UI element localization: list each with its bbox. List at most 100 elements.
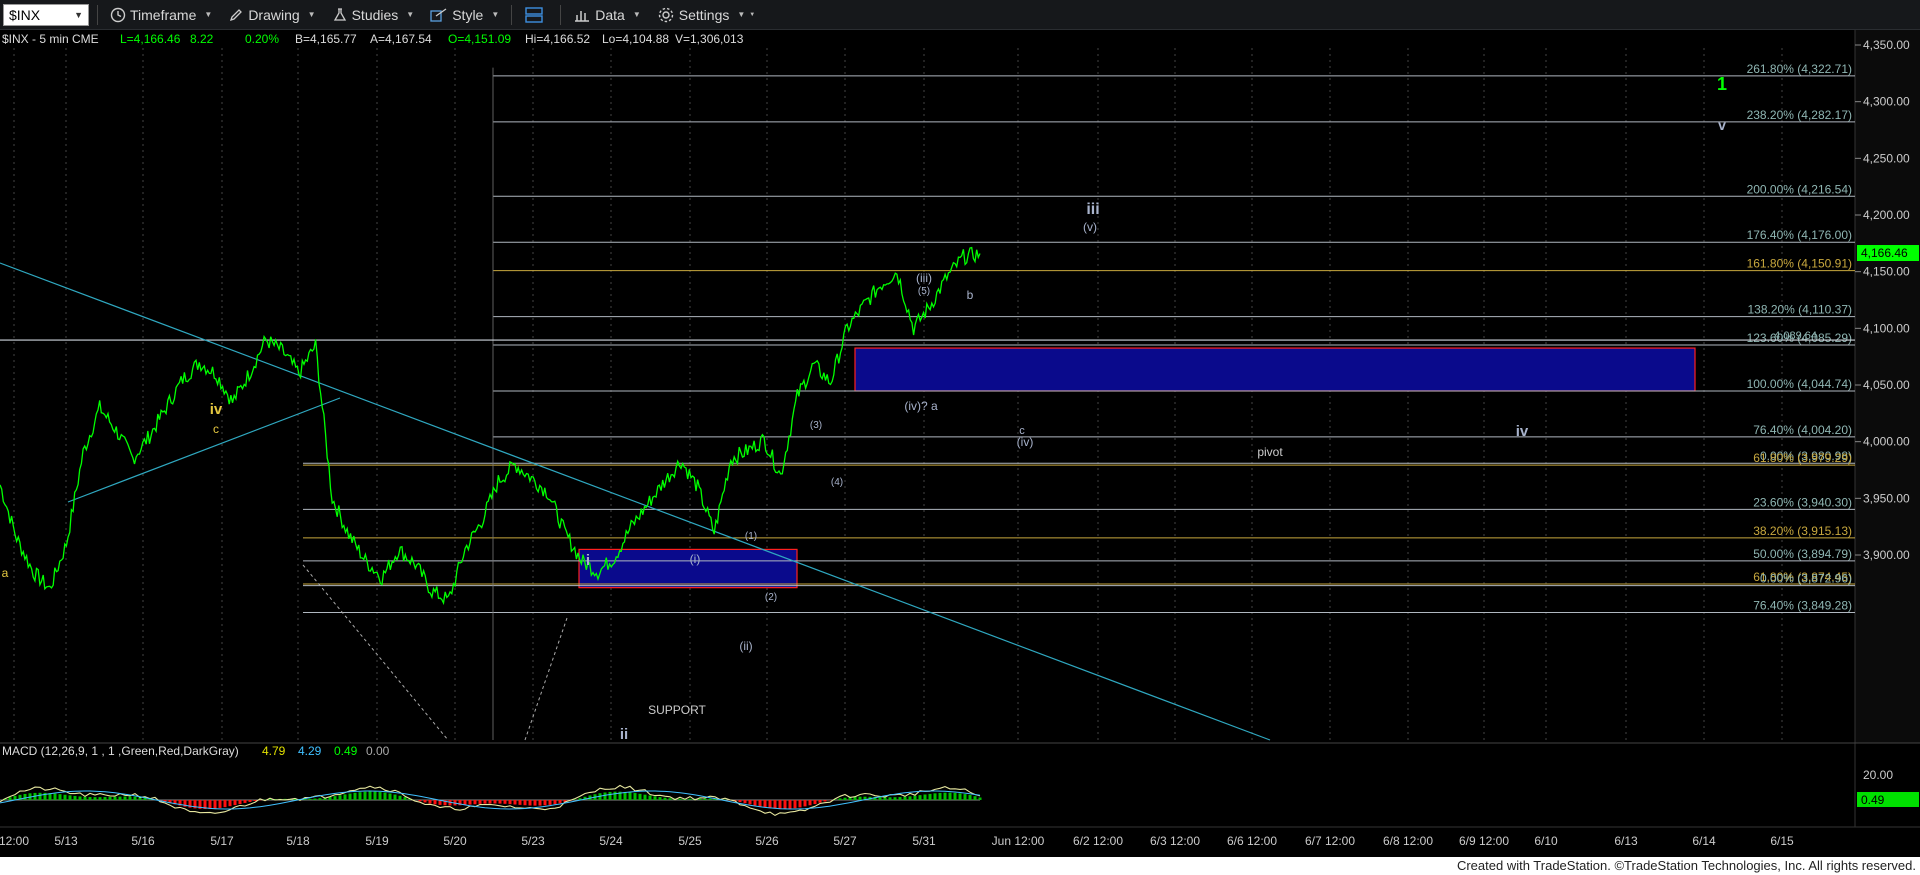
last-price-value: 4,166.46 — [1861, 246, 1908, 260]
wave-label: a — [2, 566, 9, 580]
chevron-down-icon: ▼ — [491, 10, 500, 19]
wave-label: i — [586, 552, 590, 569]
wave-label: (ii) — [739, 639, 752, 653]
x-tick-label: 5/23 — [521, 834, 545, 848]
symbol-input[interactable]: $INX ▼ — [3, 3, 89, 26]
fib-label: 38.20% (3,915.13) — [1753, 524, 1852, 538]
panes-button[interactable] — [520, 2, 552, 28]
bar-chart-icon — [575, 10, 590, 22]
header-bid: B=4,165.77 — [295, 32, 357, 46]
x-tick-label: 5/17 — [210, 834, 234, 848]
wave-label: (i) — [690, 552, 701, 566]
y-tick-label: 4,050.00 — [1863, 378, 1910, 392]
wave-label: iii — [1086, 201, 1099, 218]
studies-label: Studies — [351, 6, 399, 23]
style-icon — [430, 7, 447, 22]
y-tick-label: 4,250.00 — [1863, 151, 1910, 165]
x-tick-label: 12:00 — [0, 834, 29, 848]
toolbar: $INX ▼ Timeframe ▼ Drawing ▼ Studies ▼ Styl… — [0, 0, 1920, 30]
wave-label: v — [1718, 117, 1726, 133]
wave-label: iv — [1516, 423, 1529, 440]
wave-label: c — [213, 422, 219, 436]
y-tick-label: 4,350.00 — [1863, 38, 1910, 52]
pivot-label: pivot — [1257, 445, 1283, 459]
wave-label: b — [967, 288, 974, 302]
wave-label: iv — [210, 401, 223, 418]
chevron-down-icon: ▼ — [307, 10, 316, 19]
settings-label: Settings — [678, 6, 730, 23]
fib-label: 23.60% (3,940.30) — [1753, 495, 1852, 509]
wave-label: (v) — [1083, 220, 1097, 234]
fib-label: 61.80% (3,979.29) — [1753, 451, 1852, 465]
header-low: Lo=4,104.88 — [602, 32, 669, 46]
x-tick-label: 6/3 12:00 — [1150, 834, 1200, 848]
x-tick-label: 5/31 — [912, 834, 936, 848]
x-tick-label: 5/24 — [599, 834, 623, 848]
toolbar-separator — [97, 4, 98, 25]
y-tick-label: 4,150.00 — [1863, 265, 1910, 279]
fib-label: 0.00% (3,872.96) — [1760, 572, 1852, 586]
x-tick-label: 5/20 — [443, 834, 467, 848]
panes-icon — [525, 6, 543, 23]
header-symbol: $INX - 5 min CME — [2, 32, 99, 46]
y-tick-label: 3,900.00 — [1863, 548, 1910, 562]
wave-label: (3) — [810, 420, 822, 431]
macd-pane: 20.00 0.49 — [0, 768, 1919, 817]
wave-label: (2) — [765, 592, 777, 603]
drawing-button[interactable]: Drawing ▼ — [224, 2, 319, 28]
wave-label: 1 — [1717, 74, 1727, 94]
x-axis-ticks: 12:00 5/13 5/16 5/17 5/18 5/19 5/20 5/23 5/24 5/2… — [0, 834, 1794, 848]
flask-icon — [333, 7, 346, 21]
symbol-value: $INX — [9, 6, 41, 23]
support-label: SUPPORT — [648, 703, 706, 717]
support-zone — [578, 548, 798, 589]
fib-label: 50.00% (3,894.79) — [1753, 547, 1852, 561]
chevron-down-icon: ▼ — [406, 10, 415, 19]
header-high: Hi=4,166.52 — [525, 32, 590, 46]
fib-label: 100.00% (4,044.74) — [1747, 377, 1852, 391]
x-tick-label: 5/27 — [833, 834, 857, 848]
wave-label: (iv) — [1017, 435, 1034, 449]
header-pct: 0.20% — [245, 32, 279, 46]
style-label: Style — [452, 6, 484, 23]
pencil-icon — [230, 8, 243, 21]
clock-icon — [110, 7, 126, 22]
fib-label: 200.00% (4,216.54) — [1747, 182, 1852, 196]
macd-value-3: 0.49 — [334, 744, 358, 758]
data-button[interactable]: Data ▼ — [569, 2, 645, 28]
wave-label: ii — [620, 726, 628, 743]
x-tick-label: 6/7 12:00 — [1305, 834, 1355, 848]
style-button[interactable]: Style ▼ — [426, 2, 503, 28]
settings-button[interactable]: Settings ▼ ▼ — [653, 2, 759, 28]
fib-label: 261.80% (4,322.71) — [1747, 62, 1852, 76]
macd-value-4: 0.00 — [366, 744, 390, 758]
header-ask: A=4,167.54 — [370, 32, 432, 46]
x-tick-label: 6/2 12:00 — [1073, 834, 1123, 848]
x-tick-label: 6/8 12:00 — [1383, 834, 1433, 848]
studies-button[interactable]: Studies ▼ — [328, 2, 419, 28]
wave-label: (1) — [745, 531, 757, 542]
header-last: L=4,166.46 — [120, 32, 181, 46]
timeframe-button[interactable]: Timeframe ▼ — [106, 2, 216, 28]
chevron-down-icon: ▼ — [749, 11, 756, 18]
y-tick-label: 4,000.00 — [1863, 435, 1910, 449]
timeframe-label: Timeframe — [130, 6, 197, 23]
x-tick-label: 6/10 — [1534, 834, 1558, 848]
x-tick-label: 6/13 — [1614, 834, 1638, 848]
wave-label: (iii) — [916, 271, 932, 285]
symbol-dropdown-icon[interactable]: ▼ — [74, 10, 83, 20]
y-tick-label: 4,200.00 — [1863, 208, 1910, 222]
fib-label: 161.80% (4,150.91) — [1747, 257, 1852, 271]
macd-axis-value: 0.49 — [1861, 793, 1885, 807]
fib-label: 76.40% (4,004.20) — [1753, 423, 1852, 437]
macd-value-2: 4.29 — [298, 744, 322, 758]
wave-label: (5) — [918, 286, 930, 297]
wave-label: (4) — [831, 477, 843, 488]
pivot-top-value: 4,089.64 — [1774, 330, 1817, 342]
fib-label: 176.40% (4,176.00) — [1747, 228, 1852, 242]
header-change: 8.22 — [190, 32, 214, 46]
chart-area[interactable]: pivot SUPPORT 261.80% (4,322.71) 238.20% (… — [0, 30, 1920, 857]
x-tick-label: 6/6 12:00 — [1227, 834, 1277, 848]
wave-label: (iv)? a — [904, 399, 938, 413]
x-tick-label: 5/26 — [755, 834, 779, 848]
